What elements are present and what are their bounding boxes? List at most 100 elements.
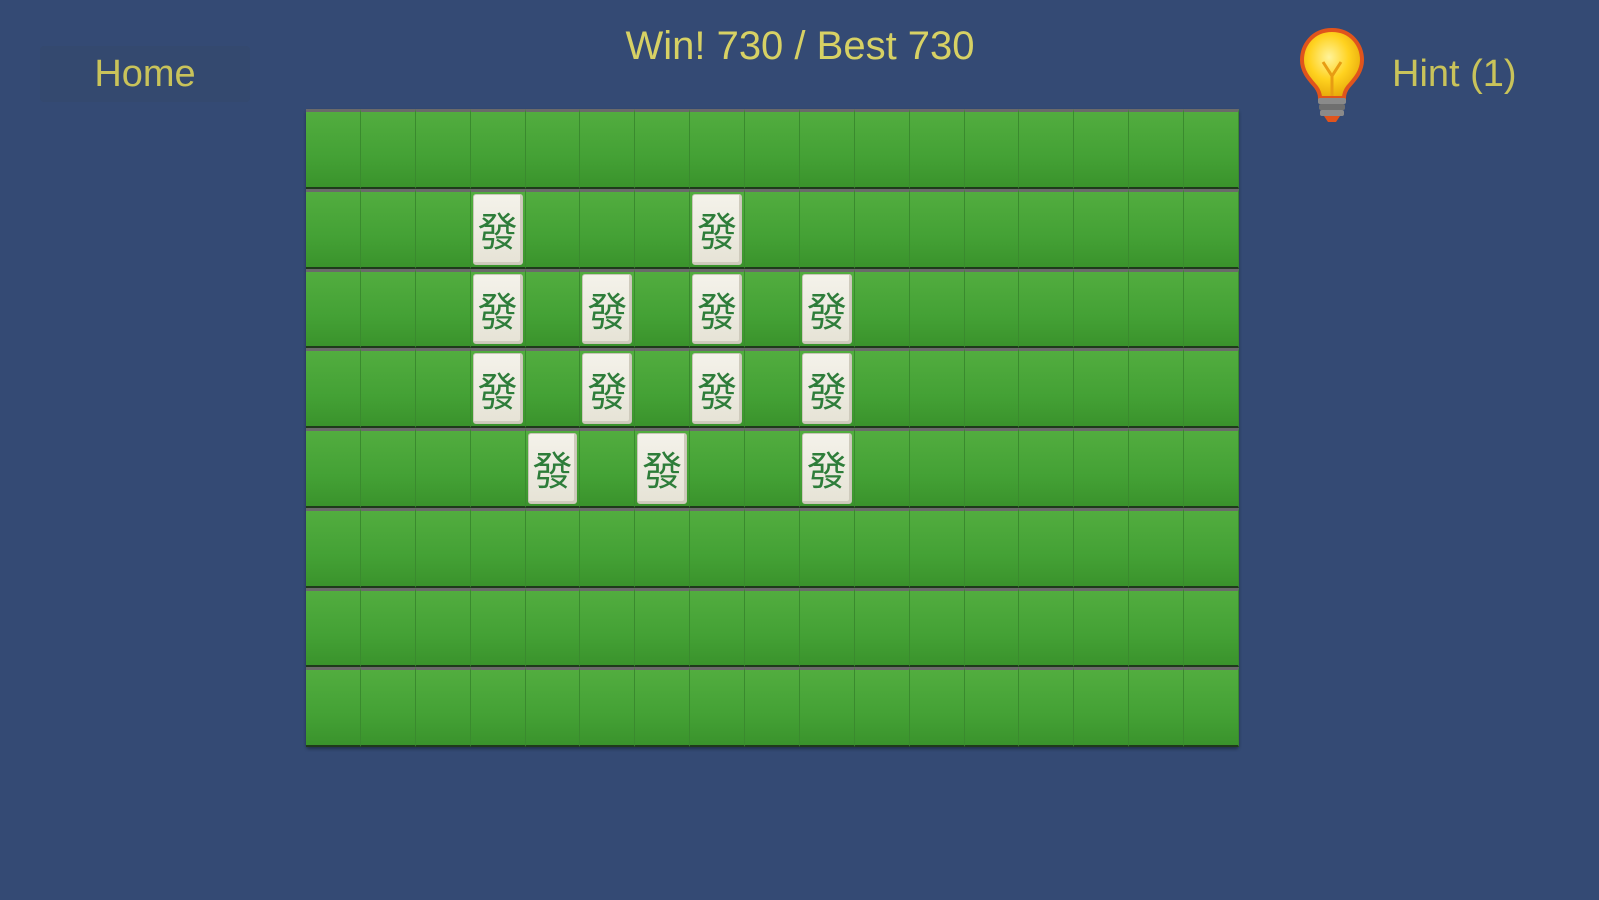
mahjong-tile[interactable]: 發	[801, 273, 852, 345]
board-cell	[360, 428, 416, 508]
board-cell	[909, 348, 965, 428]
board-cell	[415, 587, 471, 668]
board-cell	[635, 507, 691, 588]
board-cell	[690, 428, 746, 508]
board-cell	[745, 428, 800, 508]
board-cell	[745, 188, 800, 269]
board-cell	[1129, 348, 1185, 428]
board-cell	[580, 507, 636, 588]
board-cell	[964, 587, 1020, 668]
board-cell	[1074, 348, 1130, 428]
board-cell: 發	[799, 268, 855, 349]
board-cell	[1074, 428, 1130, 508]
board-cell	[1184, 188, 1239, 269]
board-cell	[799, 188, 855, 269]
board-cell	[690, 667, 746, 747]
hint-button[interactable]: Hint (1)	[1392, 46, 1572, 102]
lightbulb-icon[interactable]	[1296, 24, 1368, 124]
board-cell: 發	[580, 268, 636, 349]
board-cell	[690, 109, 746, 189]
board-cell	[580, 587, 636, 668]
board-cell	[635, 109, 691, 189]
board-cell	[745, 667, 800, 747]
board-cell	[635, 348, 691, 428]
board-cell	[854, 268, 910, 349]
board-cell	[745, 587, 800, 668]
board-cell: 發	[580, 348, 636, 428]
board-cell	[525, 188, 581, 269]
board-cell	[964, 268, 1020, 349]
board-cell: 發	[470, 188, 526, 269]
board-cell	[690, 587, 746, 668]
board-cell	[525, 667, 581, 747]
board-cell	[470, 109, 526, 189]
board-cell	[799, 587, 855, 668]
board-cell	[306, 109, 361, 189]
board-cell	[635, 188, 691, 269]
board-cell	[1019, 109, 1075, 189]
board-cell	[690, 507, 746, 588]
mahjong-tile[interactable]: 發	[472, 353, 523, 424]
mahjong-tile[interactable]: 發	[801, 433, 852, 504]
board-cell	[1074, 109, 1130, 189]
board-cell	[360, 507, 416, 588]
board-cell: 發	[525, 428, 581, 508]
board-cell	[1129, 587, 1185, 668]
home-button[interactable]: Home	[40, 46, 250, 102]
board-cell	[470, 428, 526, 508]
board-cell	[525, 587, 581, 668]
board-cell	[306, 587, 361, 668]
game-board: 發發發發發發發發發發發發發	[306, 109, 1239, 747]
board-cell	[1074, 188, 1130, 269]
board-cell	[1129, 428, 1185, 508]
board-cell: 發	[799, 428, 855, 508]
mahjong-tile[interactable]: 發	[527, 433, 578, 504]
board-cell	[1019, 428, 1075, 508]
mahjong-tile[interactable]: 發	[582, 273, 633, 345]
board-cell: 發	[690, 348, 746, 428]
board-cell	[470, 667, 526, 747]
board-cell: 發	[690, 188, 746, 269]
board-cell: 發	[470, 268, 526, 349]
board-cell	[1074, 587, 1130, 668]
board-cell	[909, 268, 965, 349]
board-cell	[909, 507, 965, 588]
board-cell	[799, 109, 855, 189]
board-cell	[525, 109, 581, 189]
board-cell	[525, 348, 581, 428]
board-cell	[909, 587, 965, 668]
board-cell	[470, 587, 526, 668]
board-cell	[415, 188, 471, 269]
board-cell	[580, 109, 636, 189]
board-cell	[360, 188, 416, 269]
board-cell	[745, 109, 800, 189]
board-cell	[854, 109, 910, 189]
board-cell: 發	[690, 268, 746, 349]
board-cell	[909, 109, 965, 189]
board-cell	[964, 348, 1020, 428]
mahjong-tile[interactable]: 發	[692, 353, 743, 424]
mahjong-tile[interactable]: 發	[637, 433, 688, 504]
board-cell	[745, 348, 800, 428]
mahjong-tile[interactable]: 發	[582, 353, 633, 424]
board-cell	[909, 188, 965, 269]
board-cell	[415, 667, 471, 747]
board-cell	[1184, 428, 1239, 508]
board-cell	[745, 268, 800, 349]
mahjong-tile[interactable]: 發	[692, 273, 743, 345]
board-cell	[1019, 348, 1075, 428]
board-cell	[306, 507, 361, 588]
mahjong-tile[interactable]: 發	[472, 193, 523, 265]
board-cell	[1019, 587, 1075, 668]
board-cell	[635, 587, 691, 668]
board-cell	[1184, 109, 1239, 189]
board-cell	[580, 428, 636, 508]
board-cell	[1074, 507, 1130, 588]
board-cell	[1184, 667, 1239, 747]
board-cell	[964, 109, 1020, 189]
score-display: Win! 730 / Best 730	[625, 24, 975, 68]
mahjong-tile[interactable]: 發	[801, 353, 852, 424]
mahjong-tile[interactable]: 發	[692, 193, 743, 265]
board-cell	[415, 348, 471, 428]
mahjong-tile[interactable]: 發	[472, 273, 523, 345]
